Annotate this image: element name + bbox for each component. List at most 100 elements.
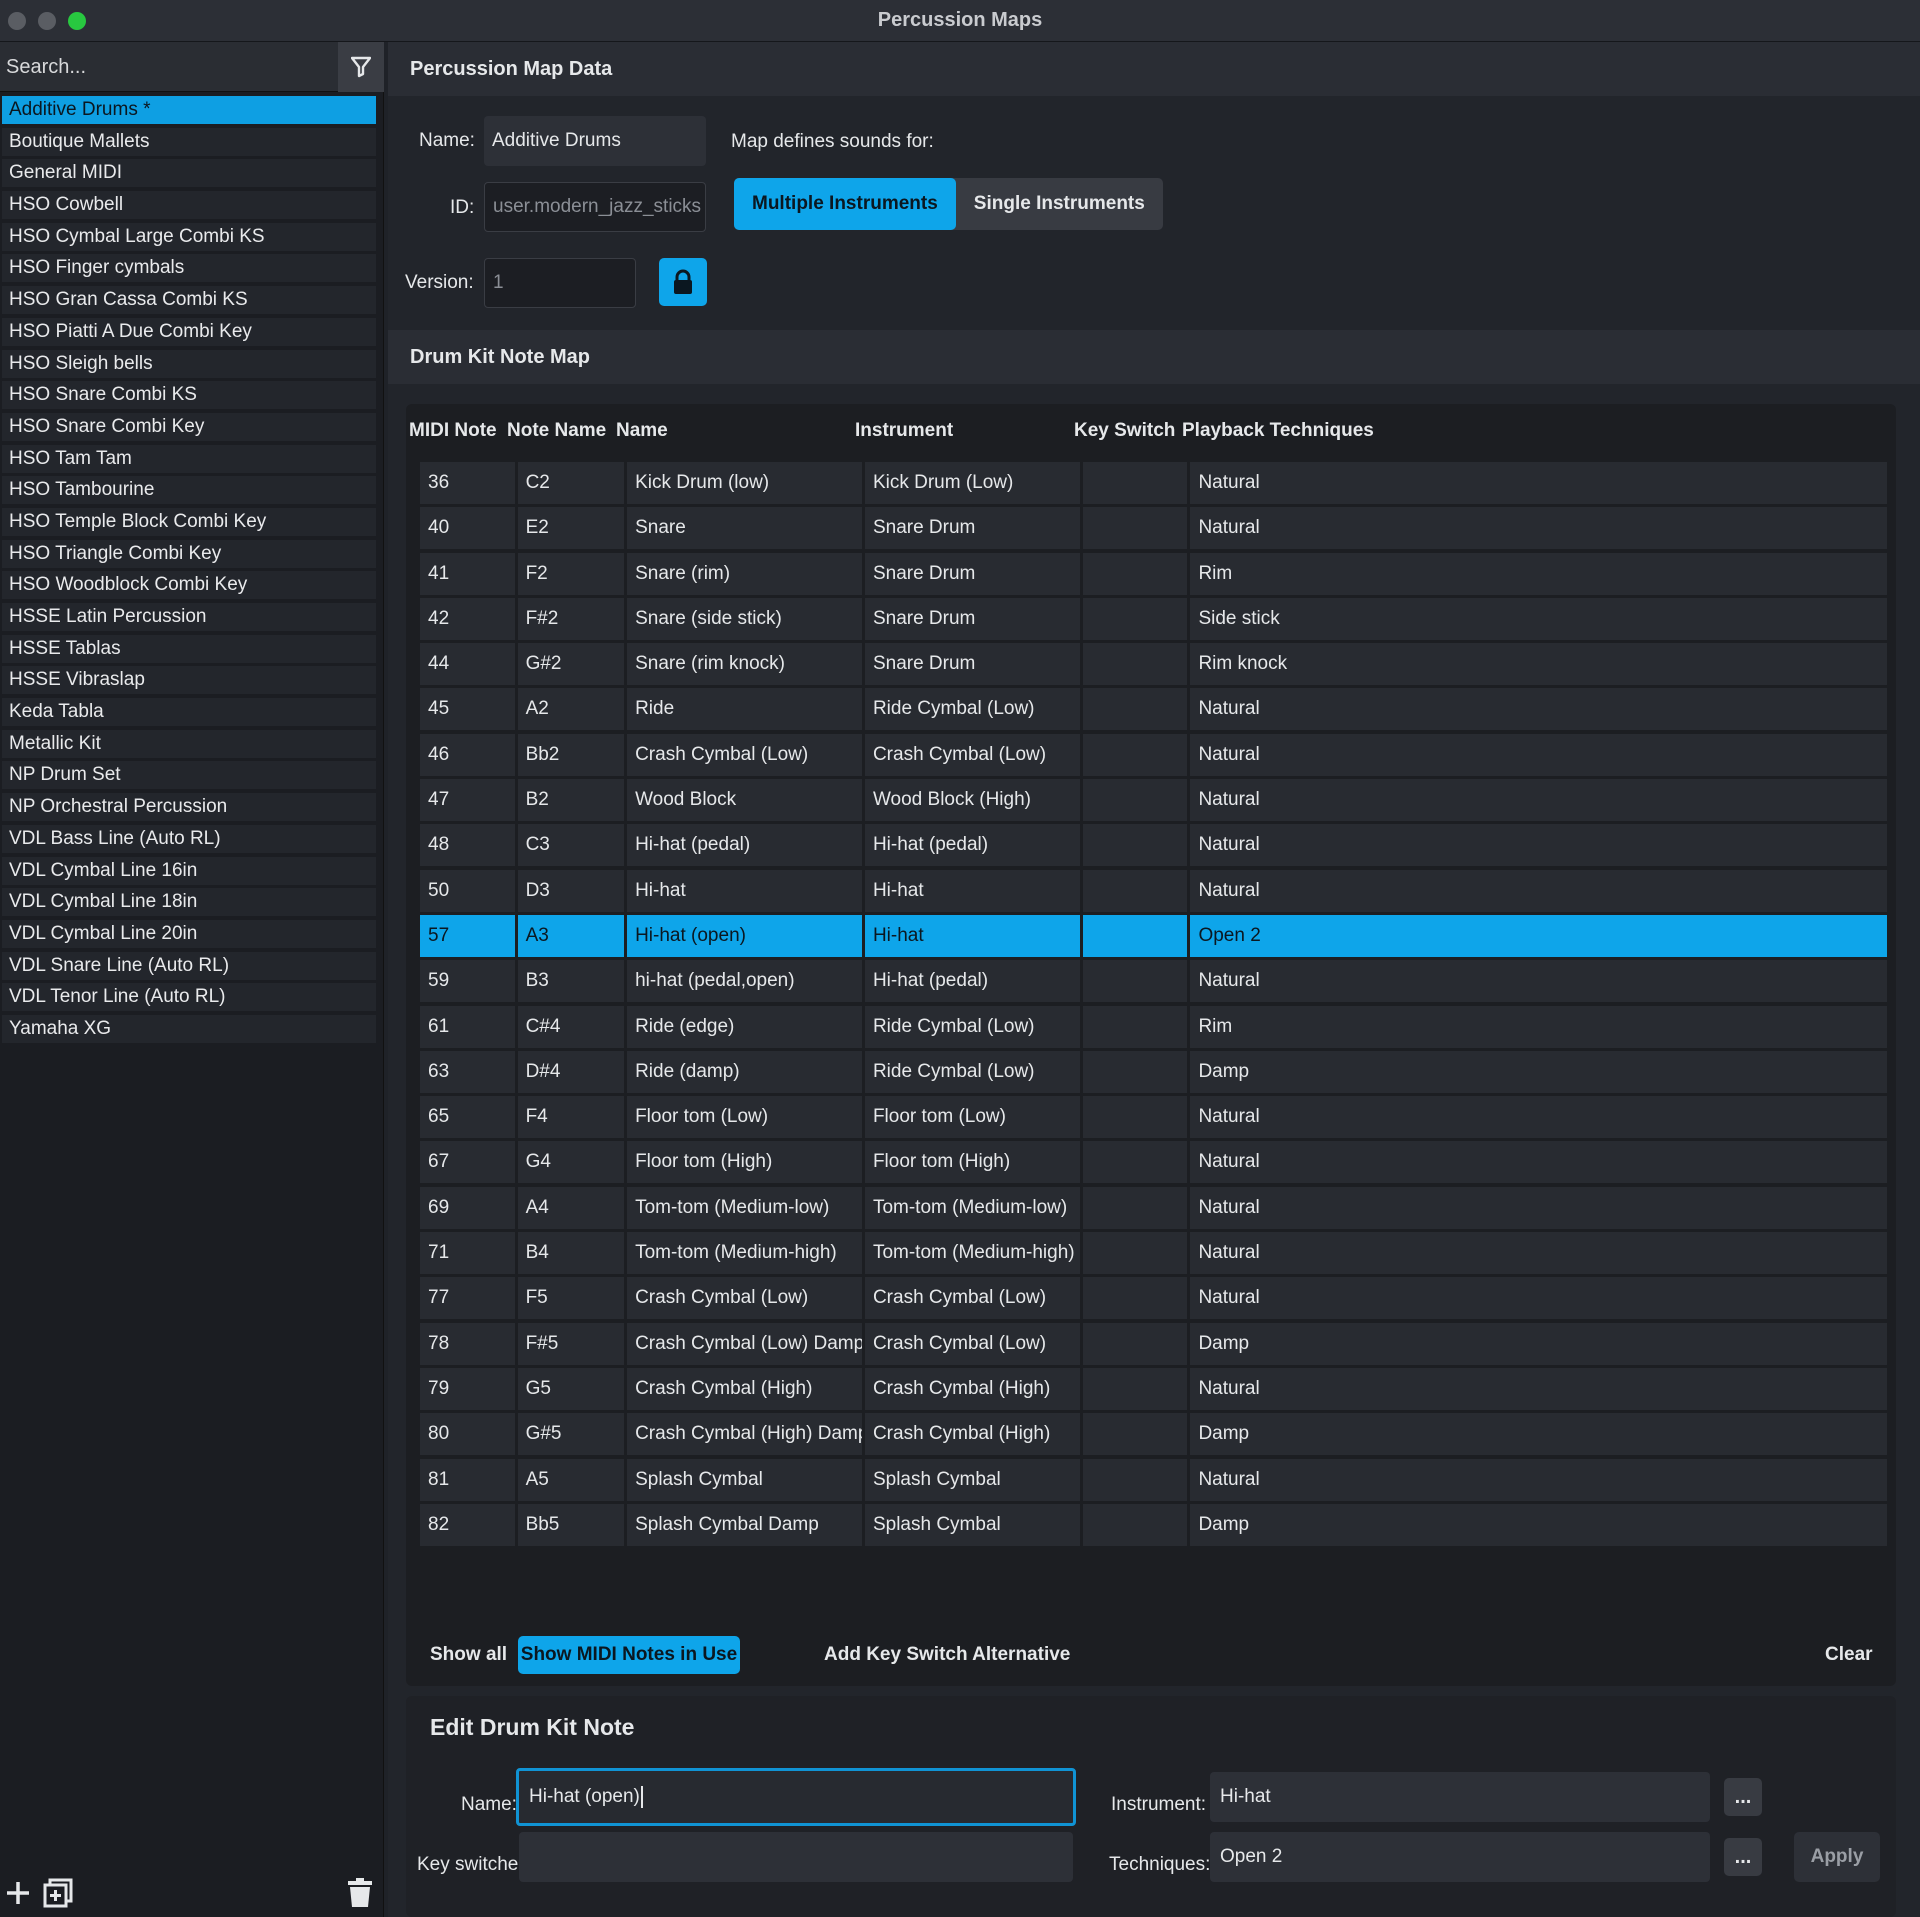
playback-techniques-cell: Natural <box>1190 1186 1887 1229</box>
percussion-map-item[interactable]: VDL Bass Line (Auto RL) <box>2 824 376 853</box>
table-row[interactable]: 81 A5 Splash Cymbal Splash Cymbal Natural <box>420 1458 1887 1501</box>
apply-button[interactable]: Apply <box>1794 1832 1880 1882</box>
zoom-window-button[interactable] <box>68 12 86 30</box>
percussion-map-item[interactable]: Keda Tabla <box>2 698 376 727</box>
multiple-instruments-option[interactable]: Multiple Instruments <box>734 178 956 230</box>
single-instruments-option[interactable]: Single Instruments <box>956 178 1163 230</box>
percussion-map-item[interactable]: HSO Tam Tam <box>2 444 376 473</box>
edit-keyswitches-field[interactable] <box>519 1832 1073 1882</box>
percussion-map-item[interactable]: VDL Snare Line (Auto RL) <box>2 951 376 980</box>
show-midi-notes-in-use-button[interactable]: Show MIDI Notes in Use <box>518 1636 740 1674</box>
key-switch-cell <box>1082 733 1188 776</box>
percussion-map-list: Additive Drums * Boutique Mallets General … <box>0 96 376 1047</box>
table-row[interactable]: 57 A3 Hi-hat (open) Hi-hat Open 2 <box>420 914 1887 957</box>
map-name-field[interactable]: Additive Drums <box>484 116 706 166</box>
filter-button[interactable] <box>338 42 384 92</box>
table-row[interactable]: 50 D3 Hi-hat Hi-hat Natural <box>420 869 1887 912</box>
percussion-map-item[interactable]: HSO Cymbal Large Combi KS <box>2 222 376 251</box>
table-row[interactable]: 79 G5 Crash Cymbal (High) Crash Cymbal (Hig… <box>420 1367 1887 1410</box>
percussion-map-item[interactable]: HSO Woodblock Combi Key <box>2 571 376 600</box>
instrument-cell: Floor tom (High) <box>864 1141 1080 1184</box>
table-row[interactable]: 47 B2 Wood Block Wood Block (High) Natural <box>420 779 1887 822</box>
table-row[interactable]: 46 Bb2 Crash Cymbal (Low) Crash Cymbal (Low… <box>420 733 1887 776</box>
percussion-map-item[interactable]: HSSE Vibraslap <box>2 666 376 695</box>
add-icon[interactable] <box>4 1879 32 1907</box>
percussion-map-item[interactable]: Metallic Kit <box>2 729 376 758</box>
minimize-window-button[interactable] <box>38 12 56 30</box>
instrument-cell: Ride Cymbal (Low) <box>864 1050 1080 1093</box>
column-header-playback-techniques[interactable]: Playback Techniques <box>1182 420 1374 442</box>
edit-name-input[interactable]: Hi-hat (open) <box>516 1768 1076 1826</box>
duplicate-icon[interactable] <box>42 1877 74 1909</box>
search-input[interactable] <box>0 42 336 92</box>
table-row[interactable]: 59 B3 hi-hat (pedal,open) Hi-hat (pedal) Nat… <box>420 960 1887 1003</box>
choose-techniques-button[interactable]: ... <box>1724 1838 1762 1876</box>
percussion-map-item[interactable]: VDL Cymbal Line 16in <box>2 856 376 885</box>
column-header-instrument[interactable]: Instrument <box>855 420 953 442</box>
midi-note-cell: 40 <box>420 507 515 550</box>
midi-note-cell: 78 <box>420 1322 515 1365</box>
percussion-map-item[interactable]: HSO Finger cymbals <box>2 254 376 283</box>
percussion-map-item[interactable]: VDL Cymbal Line 18in <box>2 888 376 917</box>
table-row[interactable]: 78 F#5 Crash Cymbal (Low) Damp Crash Cymbal… <box>420 1322 1887 1365</box>
percussion-map-item[interactable]: VDL Cymbal Line 20in <box>2 919 376 948</box>
percussion-map-item[interactable]: NP Orchestral Percussion <box>2 793 376 822</box>
edit-techniques-field[interactable]: Open 2 <box>1210 1832 1710 1882</box>
table-row[interactable]: 45 A2 Ride Ride Cymbal (Low) Natural <box>420 688 1887 731</box>
edit-instrument-field[interactable]: Hi-hat <box>1210 1772 1710 1822</box>
table-row[interactable]: 40 E2 Snare Snare Drum Natural <box>420 507 1887 550</box>
lock-button[interactable] <box>659 258 707 306</box>
table-row[interactable]: 77 F5 Crash Cymbal (Low) Crash Cymbal (Low)… <box>420 1277 1887 1320</box>
window-controls <box>8 12 86 30</box>
table-row[interactable]: 61 C#4 Ride (edge) Ride Cymbal (Low) Rim <box>420 1005 1887 1048</box>
key-switch-cell <box>1082 1367 1188 1410</box>
midi-note-cell: 46 <box>420 733 515 776</box>
percussion-map-item[interactable]: VDL Tenor Line (Auto RL) <box>2 983 376 1012</box>
percussion-map-item[interactable]: HSO Sleigh bells <box>2 349 376 378</box>
percussion-map-item[interactable]: HSO Temple Block Combi Key <box>2 507 376 536</box>
column-header-key-switch[interactable]: Key Switch <box>1074 420 1175 442</box>
percussion-map-item[interactable]: Yamaha XG <box>2 1014 376 1043</box>
table-row[interactable]: 80 G#5 Crash Cymbal (High) Damp Crash Cymba… <box>420 1413 1887 1456</box>
table-row[interactable]: 71 B4 Tom-tom (Medium-high) Tom-tom (Medium… <box>420 1232 1887 1275</box>
column-header-midi-note[interactable]: MIDI Note <box>409 420 497 442</box>
key-switch-cell <box>1082 1503 1188 1546</box>
close-window-button[interactable] <box>8 12 26 30</box>
table-row[interactable]: 69 A4 Tom-tom (Medium-low) Tom-tom (Medium-… <box>420 1186 1887 1229</box>
percussion-map-item[interactable]: HSO Gran Cassa Combi KS <box>2 286 376 315</box>
column-header-name[interactable]: Name <box>616 420 668 442</box>
percussion-map-item[interactable]: HSO Cowbell <box>2 191 376 220</box>
percussion-map-item[interactable]: HSO Snare Combi Key <box>2 412 376 441</box>
percussion-map-item[interactable]: HSSE Latin Percussion <box>2 603 376 631</box>
instrument-cell: Crash Cymbal (High) <box>864 1367 1080 1410</box>
table-row[interactable]: 63 D#4 Ride (damp) Ride Cymbal (Low) Damp <box>420 1050 1887 1093</box>
table-row[interactable]: 65 F4 Floor tom (Low) Floor tom (Low) Natura… <box>420 1096 1887 1139</box>
column-header-note-name[interactable]: Note Name <box>507 420 606 442</box>
percussion-map-item[interactable]: HSO Snare Combi KS <box>2 381 376 410</box>
version-field[interactable]: 1 <box>484 258 636 308</box>
percussion-map-item[interactable]: HSO Piatti A Due Combi Key <box>2 317 376 346</box>
show-all-button[interactable]: Show all <box>430 1644 507 1666</box>
table-row[interactable]: 67 G4 Floor tom (High) Floor tom (High) Natu… <box>420 1141 1887 1184</box>
percussion-map-item[interactable]: Additive Drums * <box>2 96 376 124</box>
table-row[interactable]: 36 C2 Kick Drum (low) Kick Drum (Low) Natura… <box>420 462 1887 504</box>
key-switch-cell <box>1082 507 1188 550</box>
instrument-cell: Hi-hat (pedal) <box>864 960 1080 1003</box>
percussion-map-item[interactable]: HSO Tambourine <box>2 476 376 505</box>
clear-button[interactable]: Clear <box>1825 1644 1873 1666</box>
percussion-map-item[interactable]: Boutique Mallets <box>2 127 376 156</box>
percussion-map-item[interactable]: HSSE Tablas <box>2 634 376 663</box>
map-id-field[interactable]: user.modern_jazz_sticks <box>484 182 706 232</box>
percussion-map-item[interactable]: NP Drum Set <box>2 761 376 790</box>
delete-icon[interactable] <box>346 1877 374 1909</box>
percussion-map-item[interactable]: HSO Triangle Combi Key <box>2 539 376 568</box>
choose-instrument-button[interactable]: ... <box>1724 1778 1762 1816</box>
table-row[interactable]: 42 F#2 Snare (side stick) Snare Drum Side st… <box>420 597 1887 640</box>
table-row[interactable]: 44 G#2 Snare (rim knock) Snare Drum Rim knoc… <box>420 643 1887 686</box>
percussion-map-item[interactable]: General MIDI <box>2 159 376 188</box>
add-key-switch-alternative-button[interactable]: Add Key Switch Alternative <box>824 1644 1070 1666</box>
table-row[interactable]: 82 Bb5 Splash Cymbal Damp Splash Cymbal Damp <box>420 1503 1887 1546</box>
table-row[interactable]: 41 F2 Snare (rim) Snare Drum Rim <box>420 552 1887 595</box>
edit-drum-kit-note-panel: Edit Drum Kit Note Name: Hi-hat (open) I… <box>406 1696 1896 1917</box>
table-row[interactable]: 48 C3 Hi-hat (pedal) Hi-hat (pedal) Natural <box>420 824 1887 867</box>
